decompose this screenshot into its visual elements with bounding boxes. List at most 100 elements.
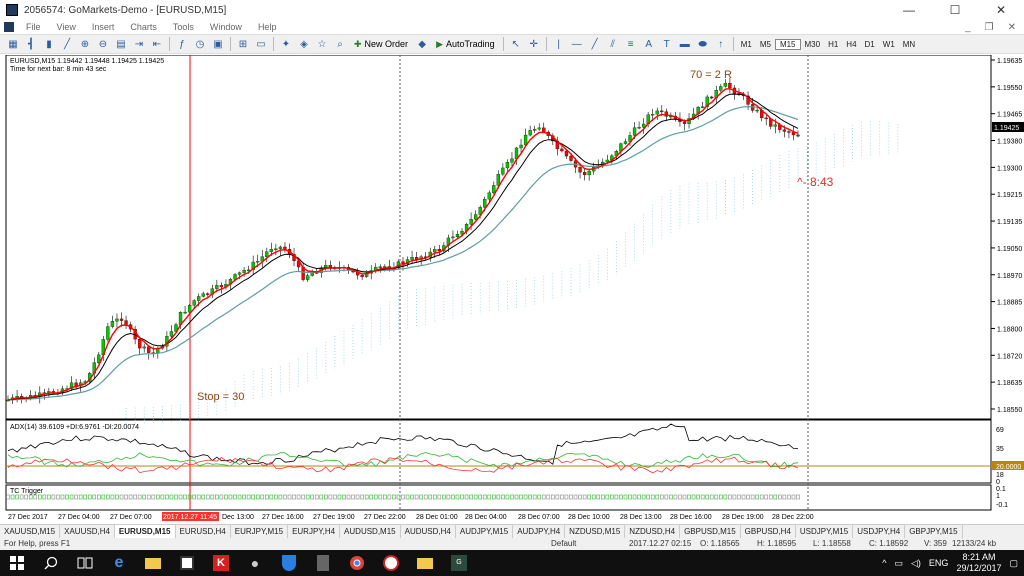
tf-w1[interactable]: W1 [879,40,899,49]
tab-nzdusd-h4[interactable]: NZDUSD,H4 [625,525,681,539]
indicators-icon[interactable]: ƒ [174,36,190,52]
tab-usdjpy-h4[interactable]: USDJPY,H4 [853,525,906,539]
store-icon[interactable] [170,550,204,576]
fibonacci-icon[interactable]: ≡ [623,36,639,52]
clock[interactable]: 8:21 AM 29/12/2017 [956,552,1001,574]
tab-usdjpy-m15[interactable]: USDJPY,M15 [796,525,854,539]
new-order-button[interactable]: ✚ New Order [349,35,413,53]
tab-audusd-m15[interactable]: AUDUSD,M15 [340,525,401,539]
cursor-icon[interactable]: ↖ [508,36,524,52]
language-indicator[interactable]: ENG [929,558,949,568]
notifications-icon[interactable]: ▢ [1009,558,1018,569]
shield-icon[interactable] [272,550,306,576]
menu-tools[interactable]: Tools [165,22,202,32]
market-watch-icon[interactable]: ⊞ [235,36,251,52]
tf-mn[interactable]: MN [899,40,919,49]
candle-chart-icon[interactable]: ▮ [41,36,57,52]
kaspersky-icon[interactable]: K [204,550,238,576]
menu-help[interactable]: Help [250,22,285,32]
menu-insert[interactable]: Insert [84,22,123,32]
arrows-icon[interactable]: ↑ [713,36,729,52]
tf-m5[interactable]: M5 [756,40,775,49]
tray-chevron-icon[interactable]: ^ [882,558,886,568]
tab-gbpusd-h4[interactable]: GBPUSD,H4 [741,525,796,539]
templates-icon[interactable]: ▣ [210,36,226,52]
tab-audusd-h4[interactable]: AUDUSD,H4 [401,525,456,539]
chart-window[interactable]: 1.19635 1.19550 1.19465 1.19380 1.19300 1.192… [0,55,1024,521]
calculator-icon[interactable] [306,550,340,576]
volume-icon[interactable]: ◁) [911,558,921,569]
tab-xauusd-m15[interactable]: XAUUSD,M15 [0,525,61,539]
tab-gbpjpy-m15[interactable]: GBPJPY,M15 [905,525,963,539]
window-controls: — ☐ ✕ [886,0,1024,20]
crosshair-icon[interactable]: ✛ [526,36,542,52]
horizontal-line-icon[interactable]: — [569,36,585,52]
chart-svg[interactable]: 1.19635 1.19550 1.19465 1.19380 1.19300 1.192… [0,55,1024,525]
terminal-icon[interactable]: ◈ [296,36,312,52]
tab-eurjpy-h4[interactable]: EURJPY,H4 [288,525,341,539]
vertical-line-icon[interactable]: | [551,36,567,52]
search-icon[interactable] [34,550,68,576]
menu-charts[interactable]: Charts [122,22,165,32]
folder-icon[interactable] [408,550,442,576]
periods-icon[interactable]: ◷ [192,36,208,52]
metatrader-icon[interactable] [374,550,408,576]
strategy-tester-icon[interactable]: ⌕ [332,36,348,52]
channel-icon[interactable]: ⫽ [605,36,621,52]
tf-h4[interactable]: H4 [842,40,860,49]
menu-view[interactable]: View [49,22,84,32]
ellipse-icon[interactable]: ⬬ [695,36,711,52]
metaeditor-icon[interactable]: ◆ [414,36,430,52]
tab-nzdusd-m15[interactable]: NZDUSD,M15 [565,525,626,539]
app-icon-dog[interactable]: ● [238,550,272,576]
tile-windows-icon[interactable]: ▤ [113,36,129,52]
auto-scroll-icon[interactable]: ⇥ [131,36,147,52]
file-explorer-icon[interactable] [136,550,170,576]
trendline-icon[interactable]: ╱ [587,36,603,52]
price-tick-label: 1.18800 [997,326,1022,333]
start-windows-icon[interactable] [0,550,34,576]
child-minimize-button[interactable]: _ [965,22,971,33]
maximize-button[interactable]: ☐ [932,0,978,20]
menu-window[interactable]: Window [202,22,250,32]
edge-icon[interactable]: e [102,550,136,576]
navigator-icon[interactable]: ✦ [278,36,294,52]
time-axis: 27 Dec 2017 27 Dec 04:00 27 Dec 07:00 2017.… [8,512,814,521]
tf-m15[interactable]: M15 [774,38,801,50]
rectangle-icon[interactable]: ▬ [677,36,693,52]
status-close: C: 1.18592 [869,539,909,548]
child-restore-button[interactable]: ❐ [985,22,994,33]
new-chart-icon[interactable]: ▦ [5,36,21,52]
gomarkets-icon[interactable]: G [442,550,476,576]
data-window-icon[interactable]: ▭ [253,36,269,52]
tf-m1[interactable]: M1 [737,40,756,49]
tab-eurusd-h4[interactable]: EURUSD,H4 [176,525,231,539]
line-chart-icon[interactable]: ╱ [59,36,75,52]
tab-audjpy-m15[interactable]: AUDJPY,M15 [456,525,514,539]
menu-file[interactable]: File [18,22,49,32]
clock-time: 8:21 AM [962,552,996,562]
status-profile[interactable]: Default [551,539,576,548]
bar-chart-icon[interactable]: ┫ [23,36,39,52]
autotrading-button[interactable]: ▶ AutoTrading [431,35,500,53]
close-button[interactable]: ✕ [978,0,1024,20]
chart-shift-icon[interactable]: ⇤ [149,36,165,52]
label-icon[interactable]: T [659,36,675,52]
tf-m30[interactable]: M30 [801,40,825,49]
tf-h1[interactable]: H1 [824,40,842,49]
chrome-icon[interactable] [340,550,374,576]
tab-audjpy-h4[interactable]: AUDJPY,H4 [513,525,566,539]
tab-eurjpy-m15[interactable]: EURJPY,M15 [231,525,289,539]
network-icon[interactable]: ▭ [894,558,903,569]
tab-eurusd-m15[interactable]: EURUSD,M15 [114,525,176,539]
minimize-button[interactable]: — [886,0,932,20]
tab-xauusd-h4[interactable]: XAUUSD,H4 [60,525,115,539]
task-view-icon[interactable] [68,550,102,576]
tf-d1[interactable]: D1 [861,40,879,49]
text-icon[interactable]: A [641,36,657,52]
zoom-out-icon[interactable]: ⊖ [95,36,111,52]
tab-gbpusd-m15[interactable]: GBPUSD,M15 [680,525,741,539]
zoom-in-icon[interactable]: ⊕ [77,36,93,52]
favorites-icon[interactable]: ☆ [314,36,330,52]
child-close-button[interactable]: ✕ [1008,22,1016,33]
